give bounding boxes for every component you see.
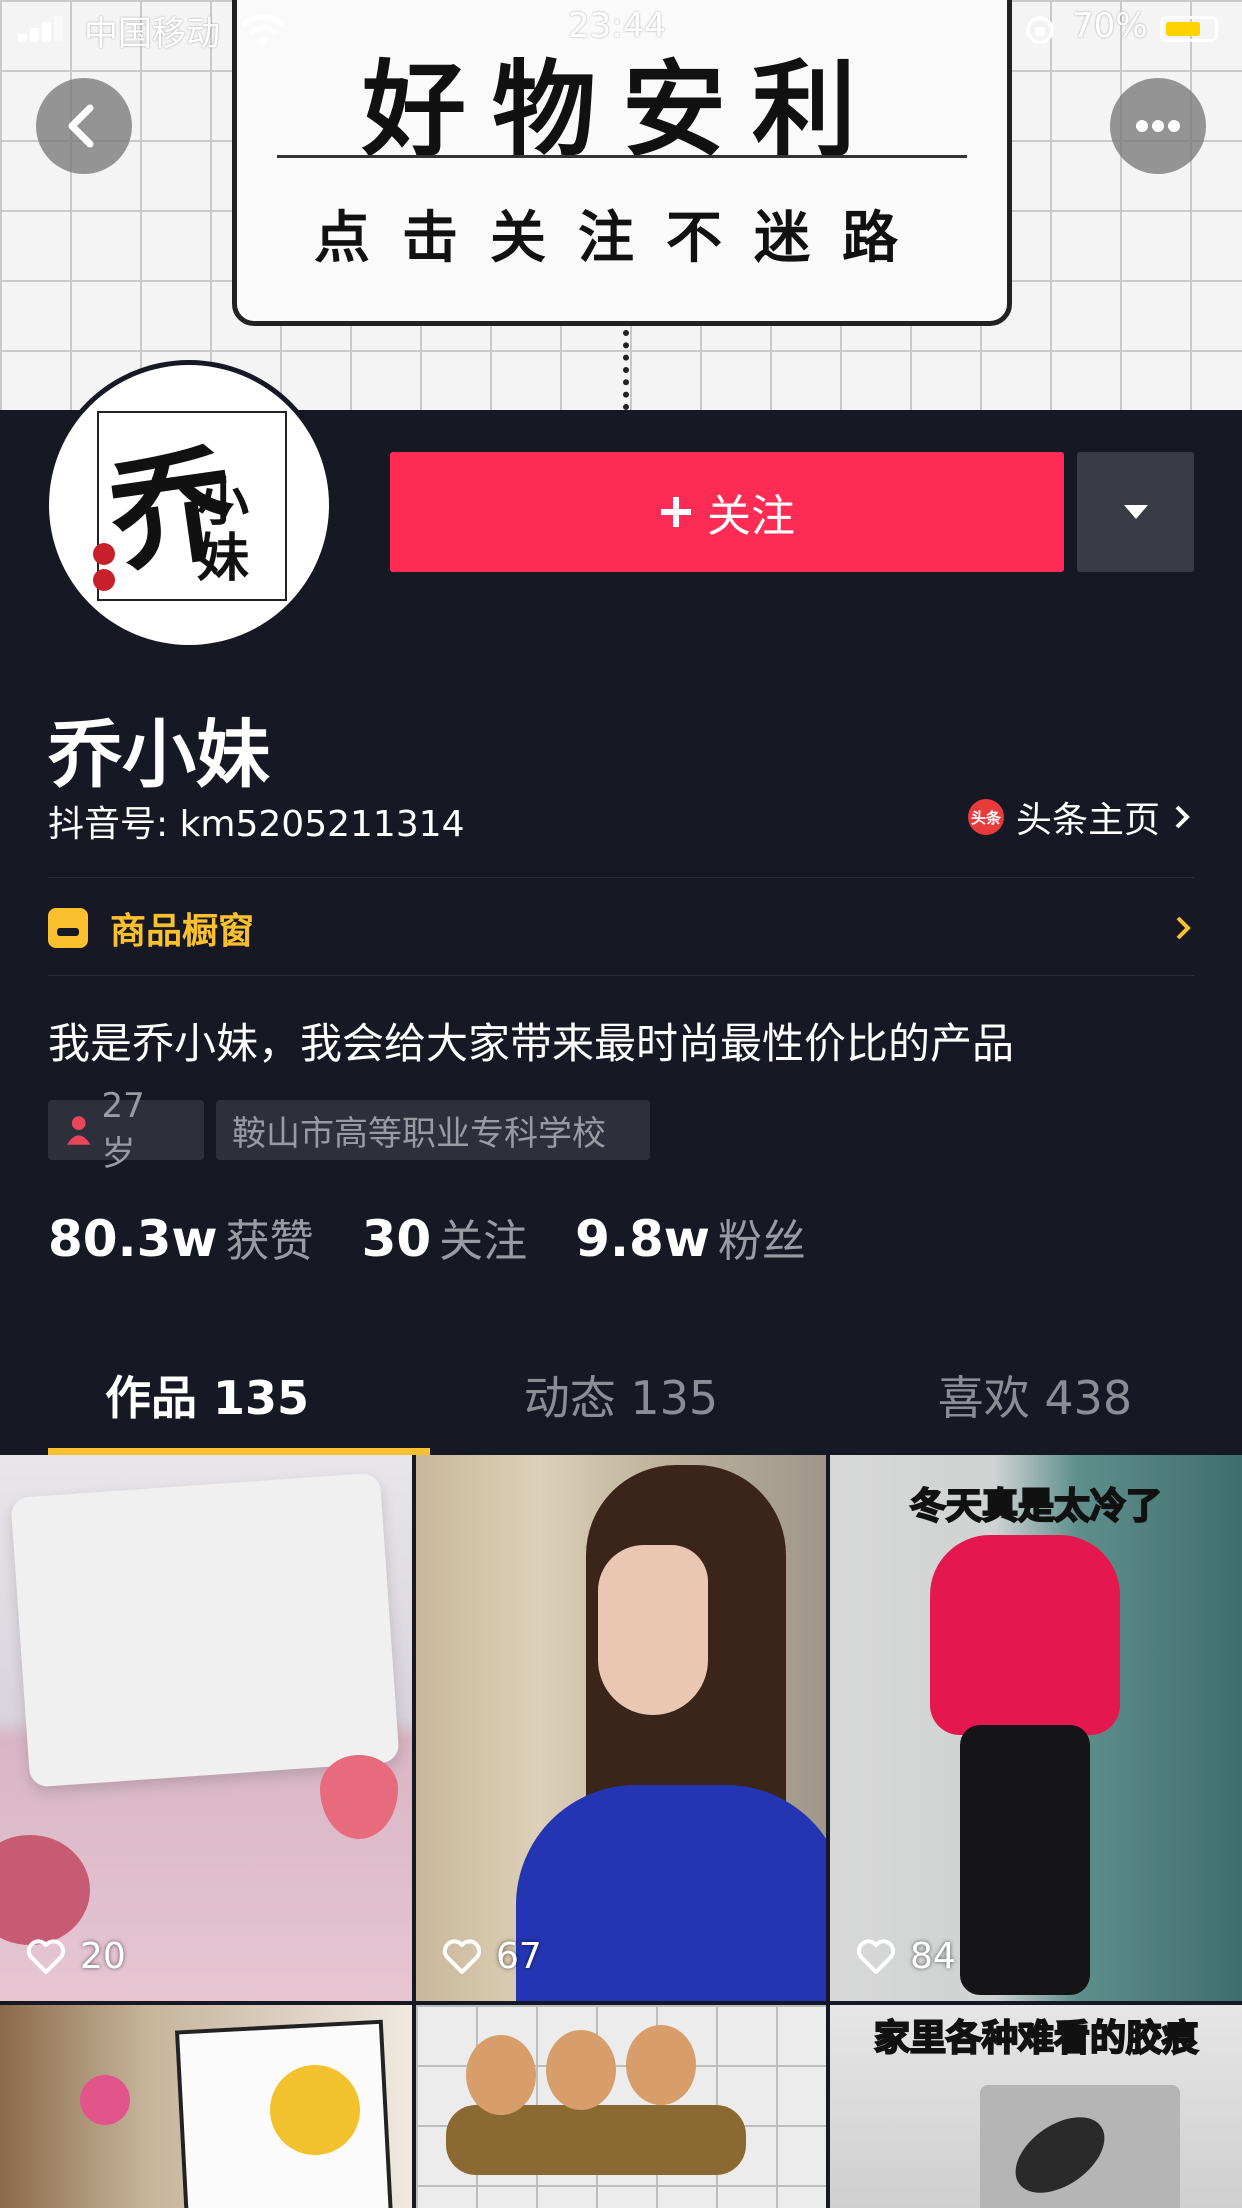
strawberry-shape bbox=[320, 1755, 398, 1839]
douyin-id: 抖音号: km5205211314 bbox=[48, 804, 465, 845]
triangle-down-icon bbox=[1123, 505, 1148, 519]
tab-indicator bbox=[48, 1448, 430, 1455]
log-shape bbox=[446, 2105, 746, 2175]
video-tile[interactable] bbox=[0, 2005, 412, 2208]
follow-button[interactable]: 关注 bbox=[390, 452, 1064, 572]
yellow-circle-shape bbox=[270, 2065, 360, 2155]
rotation-lock-icon bbox=[1026, 16, 1054, 44]
tab-activity[interactable]: 动态 135 bbox=[414, 1335, 828, 1455]
avatar-calligraphy-small: 小妹 bbox=[197, 472, 250, 589]
bio-text: 我是乔小妹，我会给大家带来最时尚最性价比的产品 bbox=[48, 1019, 1015, 1068]
more-button[interactable] bbox=[1110, 78, 1206, 174]
chevron-right-icon bbox=[1176, 916, 1191, 940]
likes-label: 获赞 bbox=[225, 1216, 314, 1267]
video-tile[interactable]: 冬天真是太冷了 84 bbox=[830, 1455, 1242, 2001]
figurine-shape bbox=[546, 2030, 616, 2110]
follow-label: 关注 bbox=[707, 491, 795, 542]
video-tile[interactable]: 家里各种难看的胶痕 bbox=[830, 2005, 1242, 2208]
carrier-name: 中国移动 bbox=[84, 14, 220, 54]
heart-icon bbox=[856, 1938, 896, 1974]
age-label: 27 岁 bbox=[101, 1085, 145, 1174]
video-caption: 冬天真是太冷了 bbox=[909, 1485, 1163, 1528]
plus-icon bbox=[661, 497, 691, 527]
stats-row: 80.3w 获赞 30 关注 9.8w 粉丝 bbox=[48, 1205, 854, 1275]
avatar[interactable]: 乔 小妹 bbox=[49, 365, 329, 645]
avatar-seal-icon bbox=[93, 543, 115, 565]
banner-subtitle: 点击关注不迷路 bbox=[314, 205, 930, 271]
following-count[interactable]: 30 bbox=[362, 1210, 432, 1268]
video-caption: 家里各种难看的胶痕 bbox=[873, 2017, 1199, 2060]
divider bbox=[48, 877, 1194, 878]
chevron-right-icon bbox=[1175, 805, 1190, 829]
likes-count: 80.3w bbox=[48, 1210, 218, 1268]
content-tabs: 作品 135 动态 135 喜欢 438 bbox=[0, 1335, 1242, 1455]
clock: 23:44 bbox=[568, 6, 666, 46]
likes-indicator: 20 bbox=[26, 1936, 126, 1977]
following-label[interactable]: 关注 bbox=[439, 1205, 527, 1269]
school-label: 鞍山市高等职业专科学校 bbox=[232, 1113, 606, 1154]
product-showcase-row[interactable]: 商品橱窗 bbox=[48, 880, 1194, 976]
age-tag: 27 岁 bbox=[48, 1086, 204, 1174]
likes-count: 84 bbox=[910, 1936, 956, 1977]
wifi-icon bbox=[241, 14, 285, 46]
tab-likes[interactable]: 喜欢 438 bbox=[828, 1335, 1242, 1455]
tab-works[interactable]: 作品 135 bbox=[0, 1335, 414, 1455]
divider bbox=[48, 975, 1194, 976]
avatar-seal-icon bbox=[93, 569, 115, 591]
pattern-shape bbox=[0, 1835, 90, 1945]
pillow-shape bbox=[10, 1472, 400, 1788]
female-icon bbox=[66, 1116, 91, 1145]
followers-count[interactable]: 9.8w bbox=[575, 1210, 710, 1268]
shop-icon bbox=[48, 908, 88, 948]
heart-icon bbox=[442, 1938, 482, 1974]
heart-icon bbox=[26, 1938, 66, 1974]
username: 乔小妹 bbox=[48, 712, 270, 798]
battery-icon bbox=[1160, 16, 1218, 42]
banner-dotted-line bbox=[623, 330, 629, 410]
video-tile[interactable]: 67 bbox=[416, 1455, 826, 2001]
followers-label[interactable]: 粉丝 bbox=[718, 1205, 806, 1269]
flower-shape bbox=[80, 2075, 130, 2125]
status-bar: 中国移动 23:44 70% bbox=[0, 0, 1242, 60]
toutiao-icon: 头条 bbox=[968, 799, 1004, 835]
pants-shape bbox=[960, 1725, 1090, 1995]
likes-indicator: 67 bbox=[442, 1936, 542, 1977]
video-tile[interactable] bbox=[416, 2005, 826, 2208]
likes-count: 67 bbox=[496, 1936, 542, 1977]
likes-count: 20 bbox=[80, 1936, 126, 1977]
likes-indicator: 84 bbox=[856, 1936, 956, 1977]
toutiao-label: 头条主页 bbox=[1016, 800, 1161, 841]
chevron-left-icon bbox=[68, 104, 94, 148]
video-tile[interactable]: 20 bbox=[0, 1455, 412, 2001]
school-tag: 鞍山市高等职业专科学校 bbox=[216, 1100, 650, 1160]
banner-divider bbox=[277, 155, 967, 158]
figurine-shape bbox=[626, 2025, 696, 2105]
signal-icon bbox=[18, 16, 63, 42]
face-shape bbox=[598, 1545, 708, 1715]
product-showcase-label: 商品橱窗 bbox=[110, 911, 255, 952]
ellipsis-icon bbox=[1136, 120, 1180, 132]
hoodie-shape bbox=[516, 1785, 826, 2001]
battery-level bbox=[1166, 22, 1200, 36]
jacket-shape bbox=[930, 1535, 1120, 1735]
recommend-dropdown-button[interactable] bbox=[1077, 452, 1194, 572]
toutiao-homepage-link[interactable]: 头条 头条主页 bbox=[968, 795, 1192, 841]
battery-percent: 70% bbox=[1072, 6, 1148, 46]
figurine-shape bbox=[466, 2035, 536, 2115]
profile-banner: 好物安利 点击关注不迷路 bbox=[0, 0, 1242, 410]
back-button[interactable] bbox=[36, 78, 132, 174]
